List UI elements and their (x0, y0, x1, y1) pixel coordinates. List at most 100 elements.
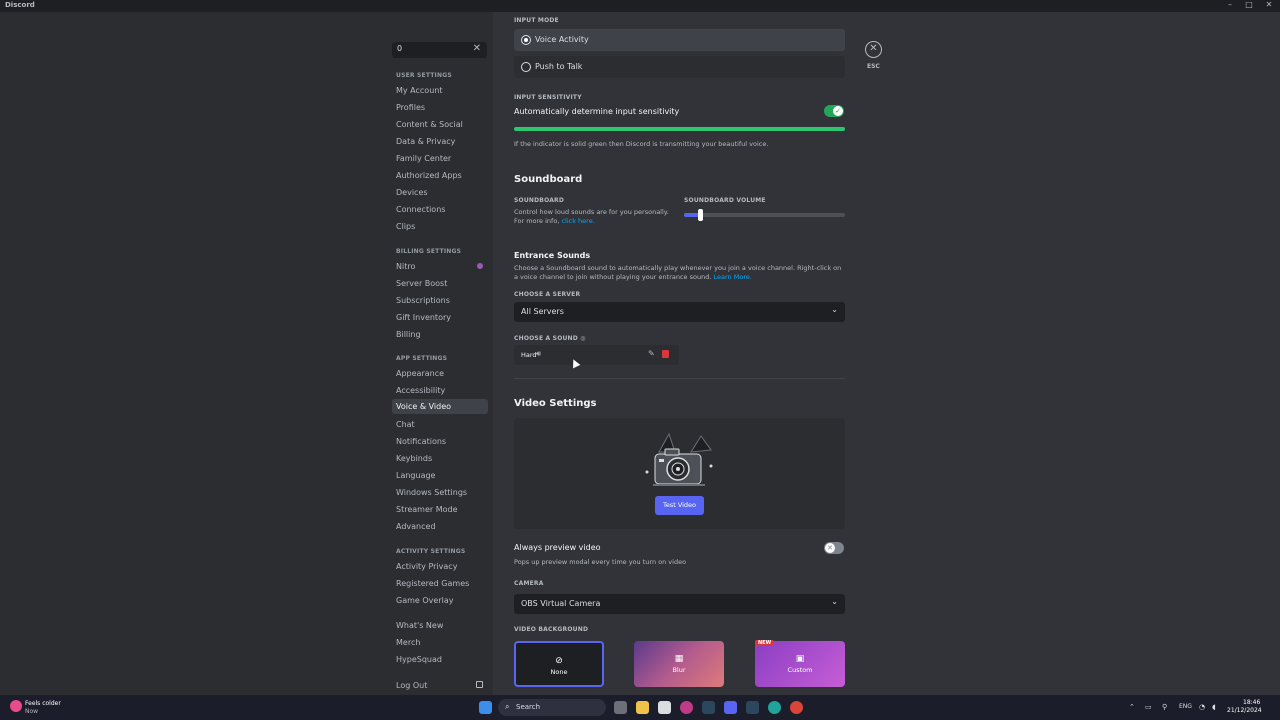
background-option-label: Custom (787, 666, 813, 674)
radio-checked-icon (521, 35, 531, 45)
chrome-icon[interactable] (790, 701, 803, 714)
sidebar-item-server-boost[interactable]: Server Boost (392, 276, 488, 291)
sidebar-item-appearance[interactable]: Appearance (392, 366, 488, 381)
discord-icon[interactable] (724, 701, 737, 714)
sidebar-item-hypesquad[interactable]: HypeSquad (392, 652, 488, 667)
sidebar-item-devices[interactable]: Devices (392, 185, 488, 200)
background-custom-option[interactable]: NEW ▣ Custom (755, 640, 845, 687)
sidebar-item-nitro[interactable]: Nitro (392, 259, 488, 274)
chevron-up-icon[interactable]: ⌃ (1129, 703, 1135, 711)
sidebar-item-accessibility[interactable]: Accessibility (392, 383, 488, 398)
sidebar-item-keybinds[interactable]: Keybinds (392, 451, 488, 466)
sidebar-item-streamer-mode[interactable]: Streamer Mode (392, 502, 488, 517)
radio-push-to-talk[interactable]: Push to Talk (514, 56, 845, 78)
soundboard-desc: Control how loud sounds are for you pers… (514, 208, 674, 226)
server-select[interactable]: All Servers ⌄ (514, 302, 845, 322)
weather-icon[interactable] (10, 700, 22, 712)
sidebar-item-language[interactable]: Language (392, 468, 488, 483)
volume-icon[interactable]: ◖ (1212, 703, 1216, 711)
maximize-icon[interactable]: □ (1241, 0, 1257, 9)
test-video-button[interactable]: Test Video (655, 496, 704, 515)
sidebar-item-content-social[interactable]: Content & Social (392, 117, 488, 132)
sidebar-item-authorized-apps[interactable]: Authorized Apps (392, 168, 488, 183)
user-settings-header: USER SETTINGS (396, 72, 452, 79)
app-settings-header: APP SETTINGS (396, 355, 448, 362)
taskbar-search[interactable]: ⌕ Search (498, 699, 606, 716)
radio-label: Push to Talk (535, 62, 583, 71)
app-title: Discord (5, 1, 35, 9)
sidebar-item-profiles[interactable]: Profiles (392, 100, 488, 115)
input-sensitivity-label: INPUT SENSITIVITY (514, 94, 582, 101)
always-preview-desc: Pops up preview modal every time you tur… (514, 558, 687, 566)
wifi-icon[interactable]: ◔ (1199, 703, 1205, 711)
entrance-sounds-desc: Choose a Soundboard sound to automatical… (514, 264, 845, 282)
close-window-icon[interactable]: ✕ (1261, 0, 1277, 9)
language-indicator[interactable]: ENG (1179, 703, 1192, 710)
sidebar-item-clips[interactable]: Clips (392, 219, 488, 234)
steam-icon[interactable] (746, 701, 759, 714)
steam-icon[interactable] (702, 701, 715, 714)
sidebar-item-gift-inventory[interactable]: Gift Inventory (392, 310, 488, 325)
sidebar-item-game-overlay[interactable]: Game Overlay (392, 593, 488, 608)
background-option-label: None (550, 668, 568, 676)
close-settings-button[interactable]: ✕ (865, 41, 882, 58)
tray-app-icon[interactable]: ⚲ (1162, 703, 1167, 711)
search-icon: ⌕ (505, 702, 510, 711)
store-icon[interactable] (658, 701, 671, 714)
weather-text[interactable]: Feels colder (25, 700, 61, 707)
sidebar-item-label: Log Out (396, 681, 428, 690)
weather-sub: Now (25, 708, 39, 715)
file-explorer-icon[interactable] (636, 701, 649, 714)
sidebar-item-voice-video[interactable]: Voice & Video (392, 399, 488, 414)
sidebar-item-activity-privacy[interactable]: Activity Privacy (392, 559, 488, 574)
soundboard-volume-slider[interactable] (684, 209, 845, 221)
chevron-down-icon: ⌄ (831, 597, 838, 606)
sidebar-item-notifications[interactable]: Notifications (392, 434, 488, 449)
edit-icon[interactable]: ✎ (648, 349, 655, 358)
search-input[interactable]: 0 (397, 44, 402, 53)
choose-sound-text: CHOOSE A SOUND (514, 335, 578, 342)
background-option-label: Blur (672, 666, 686, 674)
clock-time[interactable]: 18:46 (1243, 699, 1260, 706)
clock-date[interactable]: 21/12/2024 (1227, 707, 1262, 714)
tray-app-icon[interactable]: ▭ (1145, 703, 1152, 711)
camera-illustration-icon (645, 432, 713, 486)
background-blur-option[interactable]: ▦ Blur (634, 641, 724, 687)
sidebar-item-logout[interactable]: Log Out (392, 678, 488, 693)
sidebar-item-merch[interactable]: Merch (392, 635, 488, 650)
sidebar-item-billing[interactable]: Billing (392, 327, 488, 342)
settings-search[interactable]: 0 ✕ (392, 42, 487, 58)
edge-icon[interactable] (768, 701, 781, 714)
always-preview-toggle[interactable]: ✕ (824, 542, 844, 554)
app-icon[interactable] (680, 701, 693, 714)
task-view-icon[interactable] (614, 701, 627, 714)
radio-voice-activity[interactable]: Voice Activity (514, 29, 845, 51)
speaker-icon[interactable]: 🔊︎ (536, 349, 541, 359)
sidebar-item-whats-new[interactable]: What's New (392, 618, 488, 633)
choose-sound-label: CHOOSE A SOUND ◎ (514, 335, 586, 342)
clear-search-icon[interactable]: ✕ (473, 43, 481, 54)
sidebar-item-registered-games[interactable]: Registered Games (392, 576, 488, 591)
windows-start-icon[interactable] (479, 701, 492, 714)
camera-select[interactable]: OBS Virtual Camera ⌄ (514, 594, 845, 614)
sidebar-item-my-account[interactable]: My Account (392, 83, 488, 98)
radio-label: Voice Activity (535, 35, 589, 44)
auto-sensitivity-toggle[interactable]: ✓ (824, 105, 844, 117)
logout-icon (476, 681, 483, 688)
learn-more-link[interactable]: Learn More. (714, 273, 752, 281)
background-none-option[interactable]: ⊘ None (514, 641, 604, 687)
slider-handle[interactable] (698, 209, 704, 221)
entrance-sounds-title: Entrance Sounds (514, 251, 591, 260)
soundboard-help-link[interactable]: click here. (561, 217, 594, 225)
sidebar-item-advanced[interactable]: Advanced (392, 519, 488, 534)
sidebar-item-subscriptions[interactable]: Subscriptions (392, 293, 488, 308)
sidebar-item-chat[interactable]: Chat (392, 417, 488, 432)
sidebar-item-data-privacy[interactable]: Data & Privacy (392, 134, 488, 149)
sidebar-item-family-center[interactable]: Family Center (392, 151, 488, 166)
camera-label: CAMERA (514, 580, 544, 587)
delete-icon[interactable] (662, 350, 669, 358)
minimize-icon[interactable]: – (1222, 0, 1238, 9)
sidebar-item-connections[interactable]: Connections (392, 202, 488, 217)
sound-selection[interactable]: Hard 🔊︎ ✎ (514, 345, 679, 365)
sidebar-item-windows-settings[interactable]: Windows Settings (392, 485, 488, 500)
